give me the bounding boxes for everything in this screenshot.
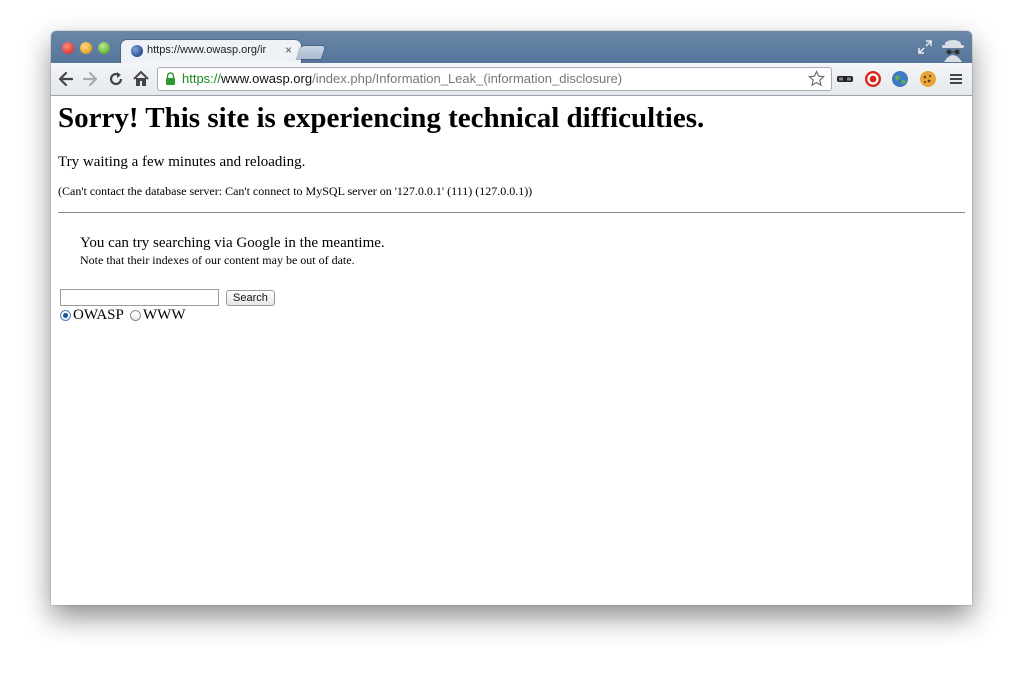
database-error-message: (Can't contact the database server: Can'…	[58, 184, 533, 198]
tab-title: https://www.owasp.org/ir	[147, 44, 267, 56]
url-scheme: https://	[182, 71, 222, 86]
incognito-icon	[942, 40, 964, 62]
google-index-note: Note that their indexes of our content m…	[80, 253, 355, 267]
www-radio-label: WWW	[143, 307, 186, 323]
minimize-window-button[interactable]	[80, 42, 92, 54]
forward-icon[interactable]	[81, 70, 99, 88]
owasp-radio-label: OWASP	[73, 307, 124, 323]
retry-message: Try waiting a few minutes and reloading.	[58, 154, 306, 170]
new-tab-button[interactable]	[296, 46, 326, 59]
owasp-radio[interactable]	[60, 310, 71, 321]
title-bar: https://www.owasp.org/ir ×	[51, 31, 972, 63]
browser-tab[interactable]: https://www.owasp.org/ir ×	[121, 40, 301, 63]
star-icon[interactable]	[808, 70, 825, 87]
reload-icon[interactable]	[107, 70, 125, 88]
globe-favicon-icon	[131, 45, 143, 57]
zoom-window-button[interactable]	[98, 42, 110, 54]
browser-toolbar: https://www.owasp.org/index.php/Informat…	[51, 63, 972, 96]
lock-icon	[166, 72, 175, 85]
cookie-extension-icon[interactable]	[919, 70, 937, 88]
page-content: Sorry! This site is experiencing technic…	[51, 96, 972, 605]
tab-close-icon[interactable]: ×	[285, 43, 292, 57]
globe-extension-icon[interactable]	[891, 70, 909, 88]
menu-icon[interactable]	[947, 70, 965, 88]
browser-window: https://www.owasp.org/ir × https://www.o…	[51, 31, 972, 605]
error-heading: Sorry! This site is experiencing technic…	[58, 102, 705, 134]
address-bar[interactable]: https://www.owasp.org/index.php/Informat…	[157, 67, 832, 91]
back-icon[interactable]	[57, 70, 75, 88]
fullscreen-icon[interactable]	[917, 39, 933, 55]
url-path: /index.php/Information_Leak_(information…	[312, 71, 623, 86]
url-host: www.owasp.org	[221, 71, 313, 86]
www-radio[interactable]	[130, 310, 141, 321]
home-icon[interactable]	[132, 70, 150, 88]
stop-extension-icon[interactable]	[864, 70, 882, 88]
disguise-extension-icon[interactable]	[836, 70, 854, 88]
divider	[58, 212, 965, 213]
url-text: https://www.owasp.org/index.php/Informat…	[182, 71, 622, 86]
google-search-tip: You can try searching via Google in the …	[80, 235, 385, 251]
close-window-button[interactable]	[62, 42, 74, 54]
search-button[interactable]: Search	[226, 290, 275, 306]
search-input[interactable]	[60, 289, 219, 306]
